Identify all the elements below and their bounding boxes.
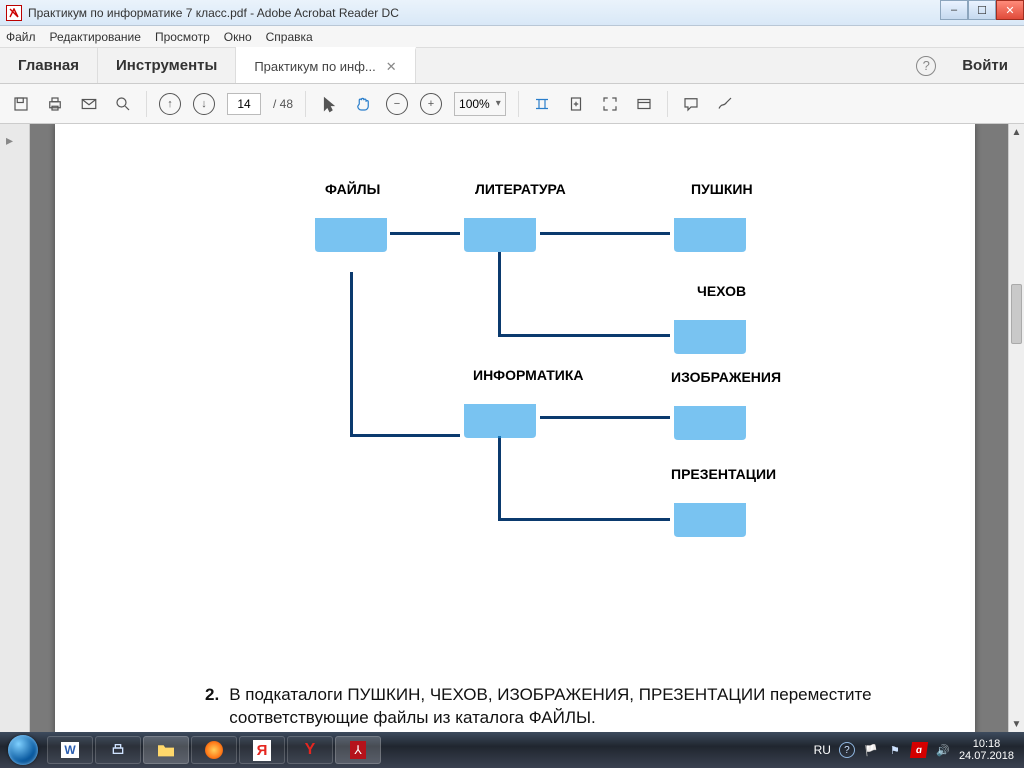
view-mode-icon[interactable] bbox=[633, 93, 655, 115]
folder-icon bbox=[311, 198, 391, 256]
tab-tools[interactable]: Инструменты bbox=[98, 48, 236, 83]
tray-help-icon[interactable]: ? bbox=[839, 742, 855, 758]
folder-diagram: ФАЙЛЫ ЛИТЕРАТУРА ПУШКИН ЧЕХОВ ИНФОРМАТИК… bbox=[295, 184, 895, 614]
folder-icon bbox=[670, 300, 750, 358]
folder-icon bbox=[670, 386, 750, 444]
taskbar-browser-icon[interactable]: Y bbox=[287, 736, 333, 764]
task-number: 2. bbox=[205, 684, 219, 730]
start-button[interactable] bbox=[0, 732, 46, 768]
tab-home[interactable]: Главная bbox=[0, 48, 98, 83]
minimize-button[interactable]: – bbox=[940, 0, 968, 20]
folder-icon bbox=[670, 198, 750, 256]
close-button[interactable]: ✕ bbox=[996, 0, 1024, 20]
folder-icon bbox=[460, 384, 540, 442]
scroll-down-icon[interactable]: ▼ bbox=[1009, 716, 1024, 732]
folder-label-pushkin: ПУШКИН bbox=[691, 181, 753, 197]
folder-label-informatics: ИНФОРМАТИКА bbox=[473, 367, 584, 383]
app-icon bbox=[6, 5, 22, 21]
zoom-in-icon[interactable]: + bbox=[420, 93, 442, 115]
folder-label-literature: ЛИТЕРАТУРА bbox=[475, 181, 566, 197]
vertical-scrollbar[interactable]: ▲ ▼ bbox=[1008, 124, 1024, 732]
left-panel-strip[interactable]: ▸ bbox=[0, 124, 30, 732]
fit-page-icon[interactable] bbox=[565, 93, 587, 115]
search-icon[interactable] bbox=[112, 93, 134, 115]
menu-edit[interactable]: Редактирование bbox=[50, 30, 141, 44]
page-number-input[interactable] bbox=[227, 93, 261, 115]
task-text: В подкаталоги ПУШКИН, ЧЕХОВ, ИЗОБРАЖЕНИЯ… bbox=[229, 684, 905, 730]
tab-document[interactable]: Практикум по инф...✕ bbox=[236, 47, 415, 83]
tray-network-icon[interactable]: ⚑ bbox=[887, 742, 903, 758]
panel-chevron-icon[interactable]: ▸ bbox=[6, 132, 13, 149]
fit-width-icon[interactable] bbox=[531, 93, 553, 115]
taskbar-printer-icon[interactable] bbox=[95, 736, 141, 764]
tray-language[interactable]: RU bbox=[814, 743, 831, 757]
task-list: 2. В подкаталоги ПУШКИН, ЧЕХОВ, ИЗОБРАЖЕ… bbox=[205, 684, 905, 732]
folder-icon bbox=[670, 483, 750, 541]
menu-help[interactable]: Справка bbox=[266, 30, 313, 44]
page-up-icon[interactable]: ↑ bbox=[159, 93, 181, 115]
taskbar-yandex-icon[interactable]: Я bbox=[239, 736, 285, 764]
save-icon[interactable] bbox=[10, 93, 32, 115]
taskbar-word-icon[interactable]: W bbox=[47, 736, 93, 764]
window-title: Практикум по информатике 7 класс.pdf - A… bbox=[28, 6, 399, 20]
scroll-thumb[interactable] bbox=[1011, 284, 1022, 344]
tray-volume-icon[interactable]: 🔊 bbox=[935, 742, 951, 758]
sign-icon[interactable] bbox=[714, 93, 736, 115]
folder-label-images: ИЗОБРАЖЕНИЯ bbox=[671, 369, 781, 385]
menu-bar: Файл Редактирование Просмотр Окно Справк… bbox=[0, 26, 1024, 48]
signin-button[interactable]: Войти bbox=[946, 48, 1024, 83]
taskbar: W Я Y ⅄ RU ? 🏳️ ⚑ ɑ 🔊 10:18 24.07.2018 bbox=[0, 732, 1024, 768]
folder-label-presentations: ПРЕЗЕНТАЦИИ bbox=[671, 466, 776, 482]
tray-flag-icon[interactable]: 🏳️ bbox=[863, 742, 879, 758]
print-icon[interactable] bbox=[44, 93, 66, 115]
tray-clock[interactable]: 10:18 24.07.2018 bbox=[959, 738, 1014, 762]
hand-icon[interactable] bbox=[352, 93, 374, 115]
comment-icon[interactable] bbox=[680, 93, 702, 115]
page-total: / 48 bbox=[273, 97, 293, 111]
zoom-out-icon[interactable]: − bbox=[386, 93, 408, 115]
maximize-button[interactable]: ☐ bbox=[968, 0, 996, 20]
scroll-up-icon[interactable]: ▲ bbox=[1009, 124, 1024, 140]
toolbar: ↑ ↓ / 48 − + 100% bbox=[0, 84, 1024, 124]
taskbar-acrobat-icon[interactable]: ⅄ bbox=[335, 736, 381, 764]
page-down-icon[interactable]: ↓ bbox=[193, 93, 215, 115]
tray-antivirus-icon[interactable]: ɑ bbox=[910, 742, 928, 758]
menu-file[interactable]: Файл bbox=[6, 30, 36, 44]
window-titlebar: Практикум по информатике 7 класс.pdf - A… bbox=[0, 0, 1024, 26]
tab-close-icon[interactable]: ✕ bbox=[386, 59, 397, 75]
document-viewport[interactable]: ▸ ФАЙЛЫ ЛИТЕРАТУРА ПУШКИН bbox=[0, 124, 1008, 732]
folder-icon bbox=[460, 198, 540, 256]
folder-label-files: ФАЙЛЫ bbox=[325, 181, 380, 197]
menu-window[interactable]: Окно bbox=[224, 30, 252, 44]
help-icon[interactable]: ? bbox=[916, 56, 936, 76]
folder-label-chekhov: ЧЕХОВ bbox=[697, 283, 746, 299]
menu-view[interactable]: Просмотр bbox=[155, 30, 210, 44]
zoom-select[interactable]: 100% bbox=[454, 92, 506, 116]
taskbar-firefox-icon[interactable] bbox=[191, 736, 237, 764]
fullscreen-icon[interactable] bbox=[599, 93, 621, 115]
system-tray: RU ? 🏳️ ⚑ ɑ 🔊 10:18 24.07.2018 bbox=[814, 738, 1024, 762]
pdf-page: ФАЙЛЫ ЛИТЕРАТУРА ПУШКИН ЧЕХОВ ИНФОРМАТИК… bbox=[55, 124, 975, 732]
mail-icon[interactable] bbox=[78, 93, 100, 115]
cursor-icon[interactable] bbox=[318, 93, 340, 115]
tab-row: Главная Инструменты Практикум по инф...✕… bbox=[0, 48, 1024, 84]
taskbar-explorer-icon[interactable] bbox=[143, 736, 189, 764]
